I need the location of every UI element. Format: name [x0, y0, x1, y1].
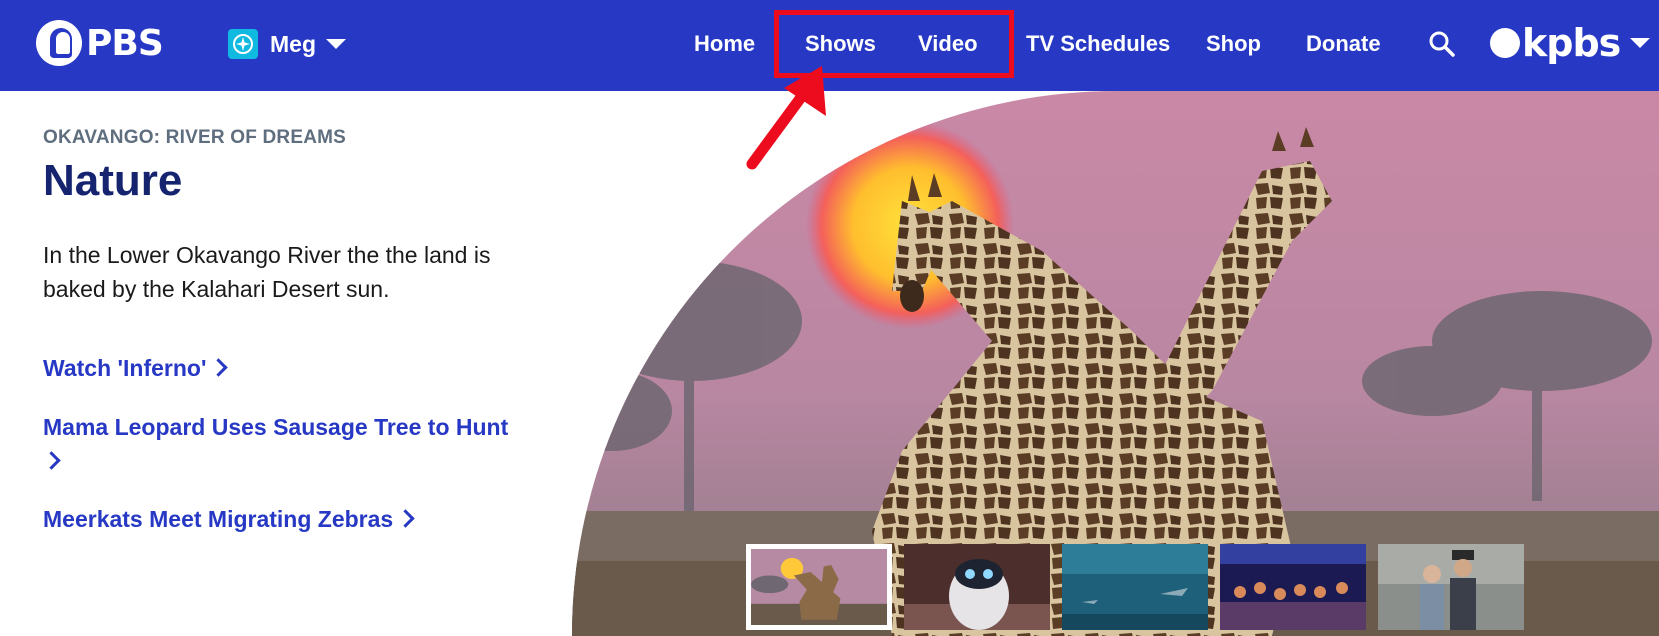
chevron-right-icon — [396, 509, 415, 528]
link-meerkats[interactable]: Meerkats Meet Migrating Zebras — [43, 502, 523, 536]
link-mama-leopard[interactable]: Mama Leopard Uses Sausage Tree to Hunt — [42, 410, 523, 478]
link-watch-inferno[interactable]: Watch 'Inferno' — [43, 351, 523, 385]
pbs-logo-text: PBS — [86, 22, 164, 64]
chevron-down-icon — [326, 39, 346, 49]
user-name: Meg — [270, 30, 316, 57]
thumbnail-giraffes[interactable] — [746, 544, 892, 630]
nav-donate[interactable]: Donate — [1306, 22, 1381, 66]
link-label: Watch 'Inferno' — [43, 355, 207, 381]
thumbnail-stage[interactable] — [1220, 544, 1366, 630]
annotation-arrow-icon — [746, 66, 826, 170]
compass-icon — [228, 29, 258, 59]
link-label: Meerkats Meet Migrating Zebras — [43, 506, 394, 532]
pbs-head-icon — [36, 20, 82, 66]
nav-tv-schedules[interactable]: TV Schedules — [1026, 22, 1170, 66]
chevron-right-icon — [42, 451, 61, 470]
thumbnail-period-drama[interactable] — [1378, 544, 1524, 630]
station-logo[interactable]: kpbs — [1490, 20, 1651, 66]
show-eyebrow: OKAVANGO: RIVER OF DREAMS — [43, 127, 347, 148]
chevron-right-icon — [209, 358, 229, 377]
search-icon[interactable] — [1426, 28, 1458, 60]
thumbnail-underwater[interactable] — [1062, 544, 1208, 630]
chevron-down-icon — [1630, 38, 1651, 48]
kpbs-dot-icon — [1490, 28, 1520, 58]
thumbnail-robot[interactable] — [904, 544, 1050, 630]
show-title[interactable]: Nature — [43, 156, 182, 206]
link-label: Mama Leopard Uses Sausage Tree to Hunt — [43, 414, 509, 440]
pbs-logo[interactable]: PBS — [36, 18, 164, 68]
station-logo-text: kpbs — [1522, 21, 1621, 65]
nav-shop[interactable]: Shop — [1206, 22, 1261, 66]
user-menu[interactable]: Meg — [228, 24, 346, 64]
show-description: In the Lower Okavango River the the land… — [43, 242, 491, 302]
